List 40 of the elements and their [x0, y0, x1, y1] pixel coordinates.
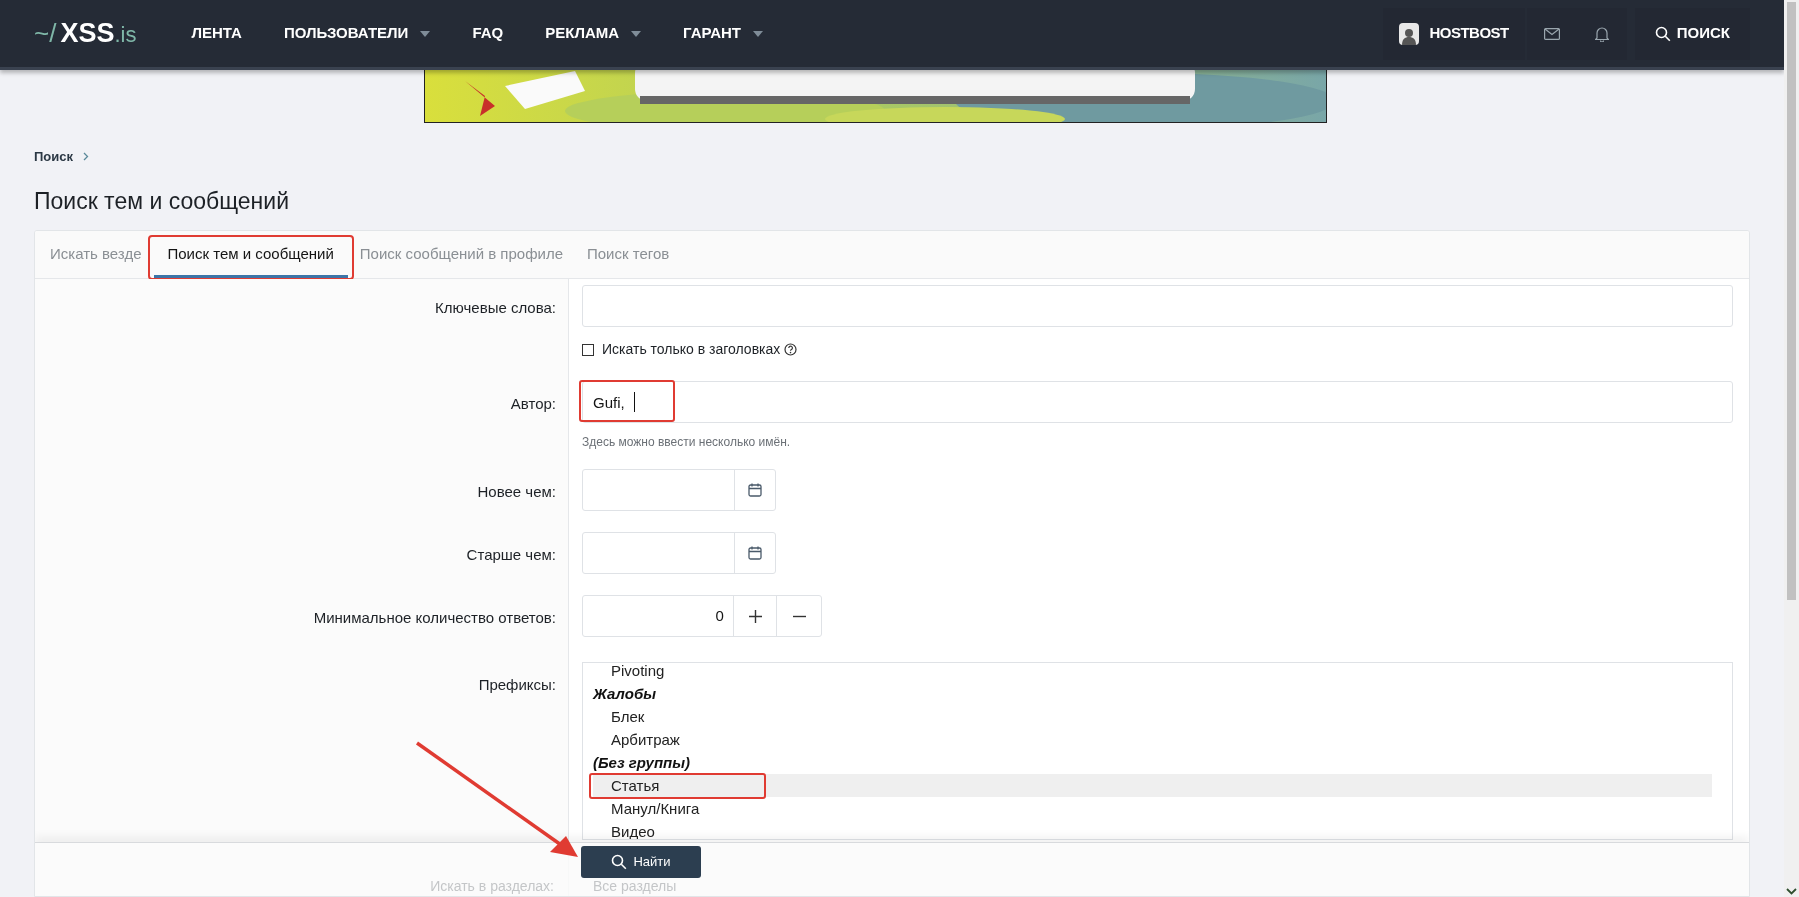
breadcrumb-link[interactable]: Поиск — [34, 147, 73, 167]
caret-icon[interactable] — [753, 30, 763, 37]
submit-button[interactable]: Найти — [581, 846, 701, 878]
help-icon[interactable] — [784, 343, 798, 356]
avatar-icon — [1399, 22, 1420, 45]
nav-link[interactable]: ЛЕНТА — [170, 0, 263, 69]
list-option[interactable]: Манул/Книга — [593, 797, 1712, 820]
hint-text: Здесь можно ввести несколько имён. — [582, 434, 792, 451]
nav-link[interactable]: РЕКЛАМА — [524, 0, 663, 69]
list-option[interactable]: Арбитраж — [593, 728, 1712, 751]
nav-link[interactable]: ГАРАНТ — [662, 0, 784, 69]
date-field[interactable] — [582, 532, 776, 574]
field-label: Старше чем: — [466, 545, 556, 565]
field-label: Префиксы: — [478, 675, 556, 695]
site-logo[interactable]: ~/XSS.is — [34, 13, 137, 54]
caret-icon[interactable] — [420, 30, 431, 37]
list-option[interactable]: Pivoting — [593, 663, 1712, 682]
field-label: Автор: — [510, 394, 556, 414]
chevron-icon — [83, 152, 89, 162]
field-label: Новее чем: — [477, 482, 556, 502]
input-field[interactable] — [582, 285, 1733, 327]
search-icon — [611, 854, 628, 870]
scroll-down-icon[interactable] — [1786, 888, 1797, 895]
date-field[interactable] — [582, 469, 776, 511]
search-icon — [1654, 25, 1671, 42]
nav-link[interactable]: ПОЛЬЗОВАТЕЛИ — [262, 0, 452, 69]
option-group-label: (Без группы) — [593, 753, 692, 773]
page-title: Поиск тем и сообщений — [34, 187, 289, 216]
checkbox[interactable] — [582, 343, 594, 356]
scrollbar[interactable] — [1784, 0, 1799, 897]
caret-icon[interactable] — [631, 30, 642, 37]
username: HOSTBOST — [1429, 23, 1509, 44]
field-label: Минимальное количество ответов: — [313, 608, 556, 628]
option-group-label: Жалобы — [593, 684, 657, 704]
nav-link[interactable]: FAQ — [451, 0, 525, 69]
checkbox-label: Искать только в заголовках — [602, 340, 781, 359]
text-cursor — [634, 392, 635, 412]
list-option[interactable]: Блек — [593, 705, 1712, 728]
field-label: Ключевые слова: — [435, 298, 556, 318]
input-field[interactable]: Gufi, — [582, 381, 1733, 423]
